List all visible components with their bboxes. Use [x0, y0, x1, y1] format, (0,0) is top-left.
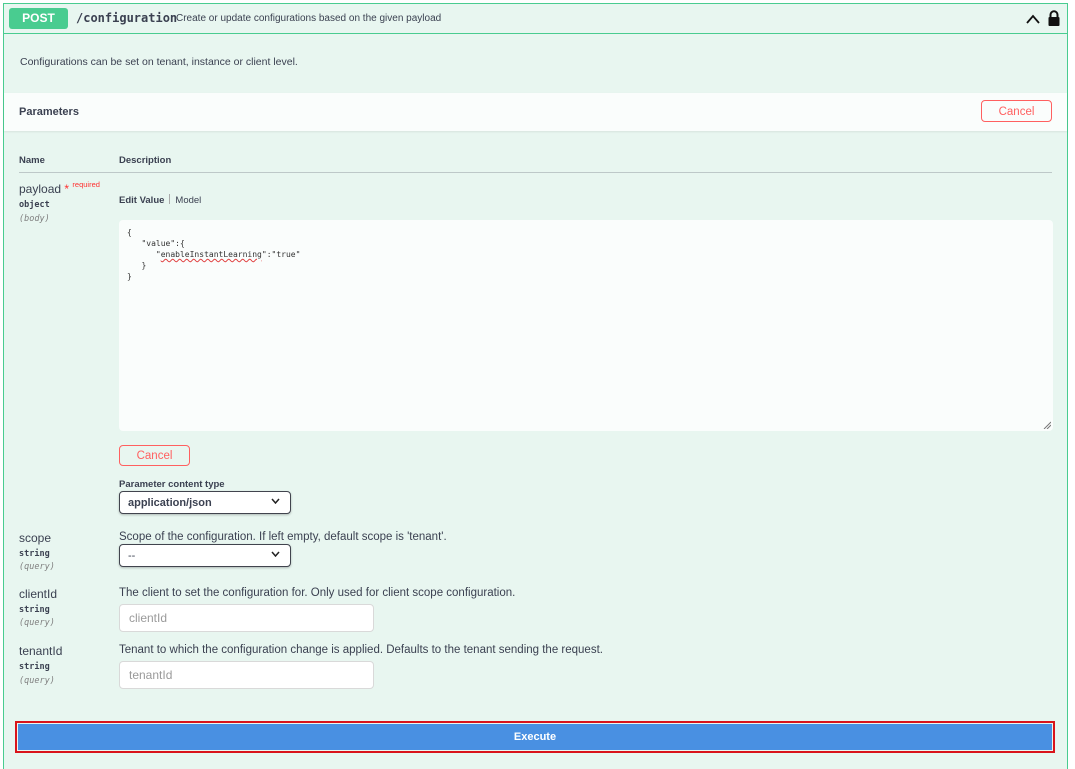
required-star: *	[64, 182, 70, 196]
tab-edit-value[interactable]: Edit Value	[119, 195, 164, 206]
parameters-title: Parameters	[19, 106, 79, 118]
param-description-tenantid: Tenant to which the configuration change…	[119, 644, 603, 656]
tab-divider	[169, 194, 171, 204]
param-name-tenantid: tenantId	[19, 644, 63, 658]
request-body-text: { "value":{ "enableInstantLearning":"tru…	[127, 228, 301, 281]
execute-button[interactable]: Execute	[18, 724, 1052, 750]
chevron-up-icon[interactable]	[1025, 12, 1041, 26]
clientid-input[interactable]	[119, 604, 374, 632]
execute-highlight: Execute	[15, 721, 1055, 753]
parameters-header: Parameters Cancel	[4, 93, 1067, 131]
param-name-clientid: clientId	[19, 587, 58, 601]
lock-icon[interactable]	[1047, 10, 1061, 27]
param-type-scope: string	[19, 549, 50, 559]
scope-value: --	[128, 550, 136, 562]
scope-select[interactable]: --	[119, 544, 291, 567]
operation-path: /configuration	[76, 11, 178, 25]
method-badge: POST	[9, 8, 68, 29]
column-header-name: Name	[19, 155, 45, 166]
param-in-clientid: (query)	[19, 618, 55, 628]
operation-description: Configurations can be set on tenant, ins…	[20, 56, 298, 68]
spellcheck-word: enableInstantLearning	[160, 250, 262, 259]
param-in-payload: (body)	[19, 214, 50, 224]
content-type-select[interactable]: application/json	[119, 491, 291, 514]
resize-handle-icon[interactable]	[1043, 421, 1051, 429]
tenantid-input[interactable]	[119, 661, 374, 689]
param-name-scope: scope	[19, 531, 52, 545]
chevron-down-icon	[271, 551, 280, 557]
column-header-description: Description	[119, 155, 172, 166]
column-header-divider	[19, 172, 1052, 173]
cancel-try-out-button[interactable]: Cancel	[981, 100, 1052, 122]
tab-model[interactable]: Model	[175, 195, 201, 206]
param-type-payload: object	[19, 200, 50, 210]
content-type-value: application/json	[128, 497, 212, 509]
param-name-payload: payload * required	[19, 180, 100, 196]
param-description-clientid: The client to set the configuration for.…	[119, 587, 516, 599]
required-label: required	[72, 180, 100, 189]
param-type-tenantid: string	[19, 662, 50, 672]
param-name-payload-label: payload	[19, 182, 62, 196]
operation-summary[interactable]: POST /configuration Create or update con…	[4, 4, 1067, 34]
cancel-body-button[interactable]: Cancel	[119, 445, 190, 466]
param-in-scope: (query)	[19, 562, 55, 572]
param-description-scope: Scope of the configuration. If left empt…	[119, 531, 447, 543]
param-in-tenantid: (query)	[19, 676, 55, 686]
param-type-clientid: string	[19, 605, 50, 615]
operation-block-post-configuration: POST /configuration Create or update con…	[3, 3, 1068, 769]
chevron-down-icon	[271, 498, 280, 504]
request-body-editor[interactable]: { "value":{ "enableInstantLearning":"tru…	[119, 220, 1053, 431]
body-tabs: Edit Value Model	[119, 194, 201, 206]
content-type-label: Parameter content type	[119, 479, 225, 490]
operation-summary-text: Create or update configurations based on…	[176, 13, 442, 24]
